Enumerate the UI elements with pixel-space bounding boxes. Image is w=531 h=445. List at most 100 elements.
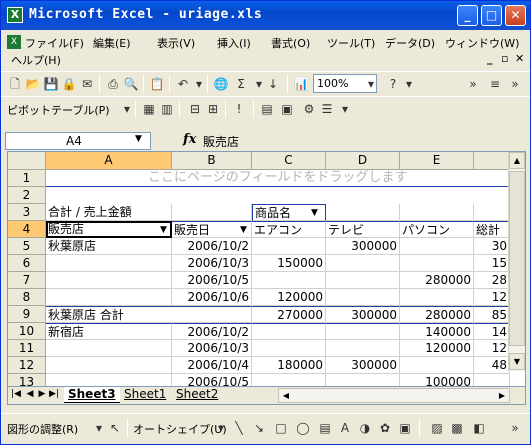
cell-e9[interactable]: 280000 (400, 306, 474, 323)
cell-a5[interactable]: 秋葉原店 (46, 238, 172, 255)
menu-tools[interactable]: ツール(T) (327, 35, 375, 51)
cell-c4[interactable]: エアコン (252, 221, 326, 238)
scroll-up-icon[interactable]: ▲ (509, 152, 525, 169)
cell-a8[interactable] (46, 289, 172, 306)
new-icon[interactable]: 🗋 (7, 76, 23, 92)
cell-f7[interactable]: 28 (474, 272, 510, 289)
refresh-data-icon[interactable]: ! (231, 101, 247, 117)
cell-c5[interactable] (252, 238, 326, 255)
print-icon[interactable]: ⎙ (105, 76, 121, 92)
menu-view[interactable]: 表示(V) (157, 35, 195, 51)
select-all-button[interactable] (8, 152, 46, 170)
autoshapes-dropdown-icon[interactable]: ▾ (213, 420, 229, 436)
row-field-dropdown-icon[interactable]: ▼ (160, 225, 167, 235)
wordart-icon[interactable]: A (337, 420, 353, 436)
cell-d8[interactable] (326, 289, 400, 306)
line-icon[interactable]: ╲ (231, 420, 247, 436)
undo-dropdown-icon[interactable]: ▾ (191, 76, 207, 92)
column-field-dropdown-icon[interactable]: ▼ (311, 208, 318, 218)
cell-b11[interactable]: 2006/10/3 (172, 340, 252, 357)
toolbar-dropdown-icon[interactable]: ▾ (337, 101, 353, 117)
cell-c11[interactable] (252, 340, 326, 357)
cell-d6[interactable] (326, 255, 400, 272)
vertical-scroll-thumb[interactable] (509, 171, 525, 346)
cell-b12[interactable]: 2006/10/4 (172, 357, 252, 374)
cell-d10[interactable] (326, 323, 400, 340)
paste-icon[interactable]: 📋 (149, 76, 165, 92)
horizontal-scrollbar[interactable]: ◀ ▶ (278, 388, 510, 403)
doc-restore-button[interactable]: ▫ (501, 52, 508, 65)
menu-insert[interactable]: 挿入(I) (217, 35, 251, 51)
doc-minimize-button[interactable]: _ (487, 52, 493, 65)
cell-e6[interactable] (400, 255, 474, 272)
select-objects-icon[interactable]: ↖ (107, 420, 123, 436)
cell-b3[interactable] (172, 204, 252, 221)
row-header-2[interactable]: 2 (8, 187, 46, 204)
cell-d11[interactable] (326, 340, 400, 357)
cell-e3[interactable] (400, 204, 474, 221)
maximize-button[interactable]: □ (481, 5, 502, 26)
scroll-right-icon[interactable]: ▶ (495, 389, 509, 402)
row-header-3[interactable]: 3 (8, 204, 46, 221)
menu-window[interactable]: ウィンドウ(W) (445, 35, 519, 51)
draw-menu-dropdown-icon[interactable]: ▾ (91, 420, 107, 436)
cell-e12[interactable] (400, 357, 474, 374)
cell-f11[interactable]: 12 (474, 340, 510, 357)
close-button[interactable]: ✕ (505, 5, 526, 26)
cell-c8[interactable]: 120000 (252, 289, 326, 306)
name-box-dropdown-icon[interactable]: ▼ (135, 134, 142, 144)
row-header-7[interactable]: 7 (8, 272, 46, 289)
menu-help[interactable]: ヘルプ(H) (11, 52, 61, 68)
cell-e10[interactable]: 140000 (400, 323, 474, 340)
row-header-1[interactable]: 1 (8, 170, 46, 187)
cell-e8[interactable] (400, 289, 474, 306)
cell-a7[interactable] (46, 272, 172, 289)
cell-f6[interactable]: 15 (474, 255, 510, 272)
cell-f3[interactable] (474, 204, 510, 221)
pivot-dropdown-icon[interactable]: ▾ (119, 101, 135, 117)
cell-f8[interactable]: 12 (474, 289, 510, 306)
cell-c7[interactable] (252, 272, 326, 289)
show-detail-icon[interactable]: ⊞ (205, 101, 221, 117)
help-icon[interactable]: ? (385, 76, 401, 92)
toolbar-options-icon[interactable]: » (507, 420, 523, 436)
clipart-icon[interactable]: ✿ (377, 420, 393, 436)
menu-format[interactable]: 書式(O) (271, 35, 310, 51)
menu-file[interactable]: ファイル(F) (25, 35, 84, 51)
diagram-icon[interactable]: ◑ (357, 420, 373, 436)
pivot-menu-button[interactable]: ピボットテーブル(P) (7, 102, 110, 118)
row-header-11[interactable]: 11 (8, 340, 46, 357)
sort-ascending-icon[interactable]: ↓ (265, 76, 281, 92)
cell-a6[interactable] (46, 255, 172, 272)
cell-a13[interactable] (46, 374, 172, 386)
cell-b13[interactable]: 2006/10/5 (172, 374, 252, 386)
scroll-left-icon[interactable]: ◀ (279, 389, 293, 402)
save-icon[interactable]: 💾 (43, 76, 59, 92)
undo-icon[interactable]: ↶ (175, 76, 191, 92)
cell-a10[interactable]: 新宿店 (46, 323, 172, 340)
email-icon[interactable]: ✉ (79, 76, 95, 92)
hide-detail-icon[interactable]: ⊟ (187, 101, 203, 117)
cell-c12[interactable]: 180000 (252, 357, 326, 374)
format-report-icon[interactable]: ▦ (141, 101, 157, 117)
cell-f5[interactable]: 30 (474, 238, 510, 255)
formula-input[interactable]: 販売店 (203, 133, 239, 150)
field-list-icon[interactable]: ☰ (319, 101, 335, 117)
cell-c9[interactable]: 270000 (252, 306, 326, 323)
cell-b5[interactable]: 2006/10/2 (172, 238, 252, 255)
cell-e13[interactable]: 100000 (400, 374, 474, 386)
cell-e4[interactable]: パソコン (400, 221, 474, 238)
rectangle-icon[interactable]: □ (273, 420, 289, 436)
cell-d12[interactable]: 300000 (326, 357, 400, 374)
cell-f12[interactable]: 48 (474, 357, 510, 374)
field-settings-icon[interactable]: ⚙ (301, 101, 317, 117)
cell-d4[interactable]: テレビ (326, 221, 400, 238)
cell-c6[interactable]: 150000 (252, 255, 326, 272)
cell-d13[interactable] (326, 374, 400, 386)
cell-a11[interactable] (46, 340, 172, 357)
vertical-scrollbar[interactable]: ▲ ▼ (508, 152, 525, 371)
workbook-icon[interactable]: X (7, 35, 21, 49)
more-options-icon[interactable]: » (507, 76, 523, 92)
cell-c13[interactable] (252, 374, 326, 386)
worksheet-grid[interactable]: A B C D E 1 2 3 4 5 6 7 8 9 10 11 12 13 … (7, 151, 526, 387)
